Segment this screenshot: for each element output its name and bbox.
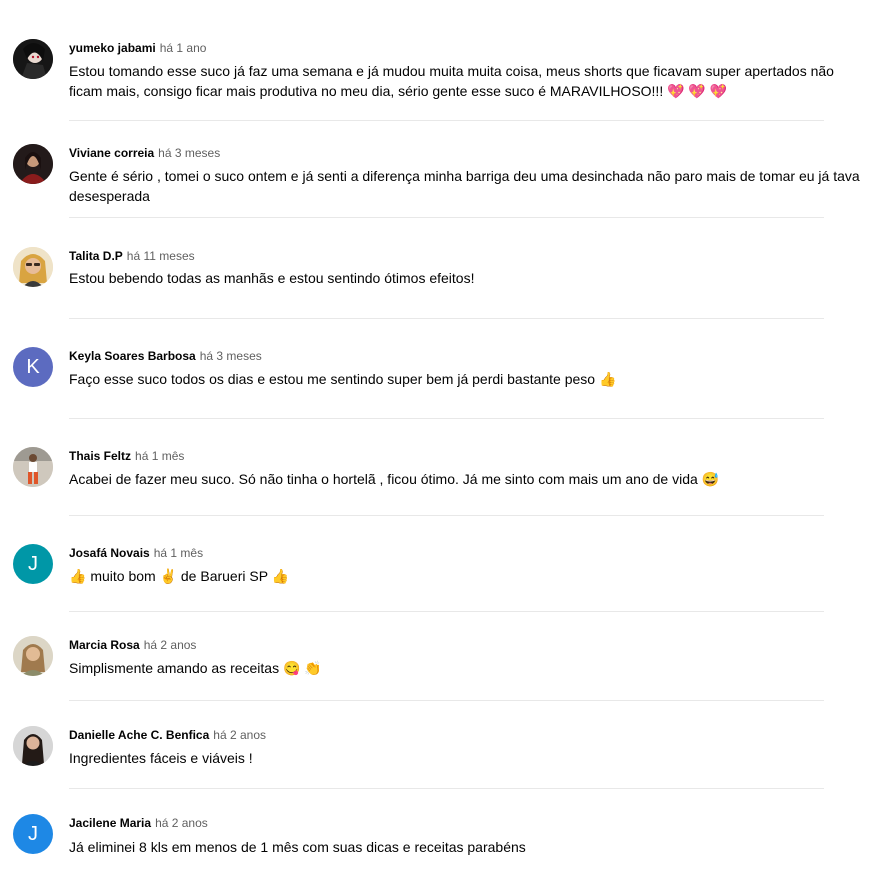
comment-text: Ingredientes fáceis e viáveis ! bbox=[69, 750, 253, 766]
avatar-letter: J bbox=[28, 822, 38, 845]
comment-text: Já eliminei 8 kls em menos de 1 mês com … bbox=[69, 839, 526, 855]
avatar[interactable]: K bbox=[13, 347, 53, 387]
divider bbox=[69, 318, 824, 319]
comment-text: Simplismente amando as receitas 😋 👏 bbox=[69, 660, 322, 676]
comment-author[interactable]: Jacilene Maria bbox=[69, 816, 151, 830]
divider bbox=[69, 515, 824, 516]
comment-time[interactable]: há 1 mês bbox=[135, 449, 184, 463]
comment-author[interactable]: Keyla Soares Barbosa bbox=[69, 349, 196, 363]
avatar[interactable] bbox=[13, 39, 53, 79]
avatar-photo-icon bbox=[13, 39, 53, 79]
comment-author[interactable]: yumeko jabami bbox=[69, 41, 156, 55]
comment-time[interactable]: há 1 ano bbox=[160, 41, 207, 55]
divider bbox=[69, 120, 824, 121]
comment-text: Faço esse suco todos os dias e estou me … bbox=[69, 371, 617, 387]
comment-time[interactable]: há 11 meses bbox=[127, 249, 195, 263]
comment-time[interactable]: há 1 mês bbox=[154, 546, 203, 560]
comment-author[interactable]: Thais Feltz bbox=[69, 449, 131, 463]
comment-time[interactable]: há 2 anos bbox=[155, 816, 208, 830]
avatar-photo-icon bbox=[13, 636, 53, 676]
avatar[interactable] bbox=[13, 636, 53, 676]
comment-text: 👍 muito bom ✌ de Barueri SP 👍 bbox=[69, 568, 290, 584]
divider bbox=[69, 788, 824, 789]
avatar-photo-icon bbox=[13, 726, 53, 766]
comment-author[interactable]: Talita D.P bbox=[69, 249, 123, 263]
avatar[interactable] bbox=[13, 247, 53, 287]
avatar-photo-icon bbox=[13, 247, 53, 287]
comment-author[interactable]: Marcia Rosa bbox=[69, 638, 140, 652]
comment-time[interactable]: há 3 meses bbox=[158, 146, 220, 160]
comment-text: Gente é sério , tomei o suco ontem e já … bbox=[69, 168, 860, 204]
comment-text: Estou tomando esse suco já faz uma seman… bbox=[69, 63, 834, 99]
comment-text: Estou bebendo todas as manhãs e estou se… bbox=[69, 270, 475, 286]
comment-author[interactable]: Josafá Novais bbox=[69, 546, 150, 560]
avatar[interactable]: J bbox=[13, 814, 53, 854]
avatar[interactable] bbox=[13, 144, 53, 184]
avatar[interactable]: J bbox=[13, 544, 53, 584]
avatar-photo-icon bbox=[13, 447, 53, 487]
avatar-photo-icon bbox=[13, 144, 53, 184]
divider bbox=[69, 611, 824, 612]
comment-author[interactable]: Viviane correia bbox=[69, 146, 154, 160]
avatar-letter: K bbox=[26, 355, 40, 378]
divider bbox=[69, 217, 824, 218]
comment-text: Acabei de fazer meu suco. Só não tinha o… bbox=[69, 471, 720, 487]
comment-time[interactable]: há 2 anos bbox=[144, 638, 197, 652]
avatar-letter: J bbox=[28, 552, 38, 575]
comment-time[interactable]: há 3 meses bbox=[200, 349, 262, 363]
avatar[interactable] bbox=[13, 726, 53, 766]
divider bbox=[69, 418, 824, 419]
comment-time[interactable]: há 2 anos bbox=[213, 728, 266, 742]
comment-author[interactable]: Danielle Ache C. Benfica bbox=[69, 728, 209, 742]
avatar[interactable] bbox=[13, 447, 53, 487]
divider bbox=[69, 700, 824, 701]
